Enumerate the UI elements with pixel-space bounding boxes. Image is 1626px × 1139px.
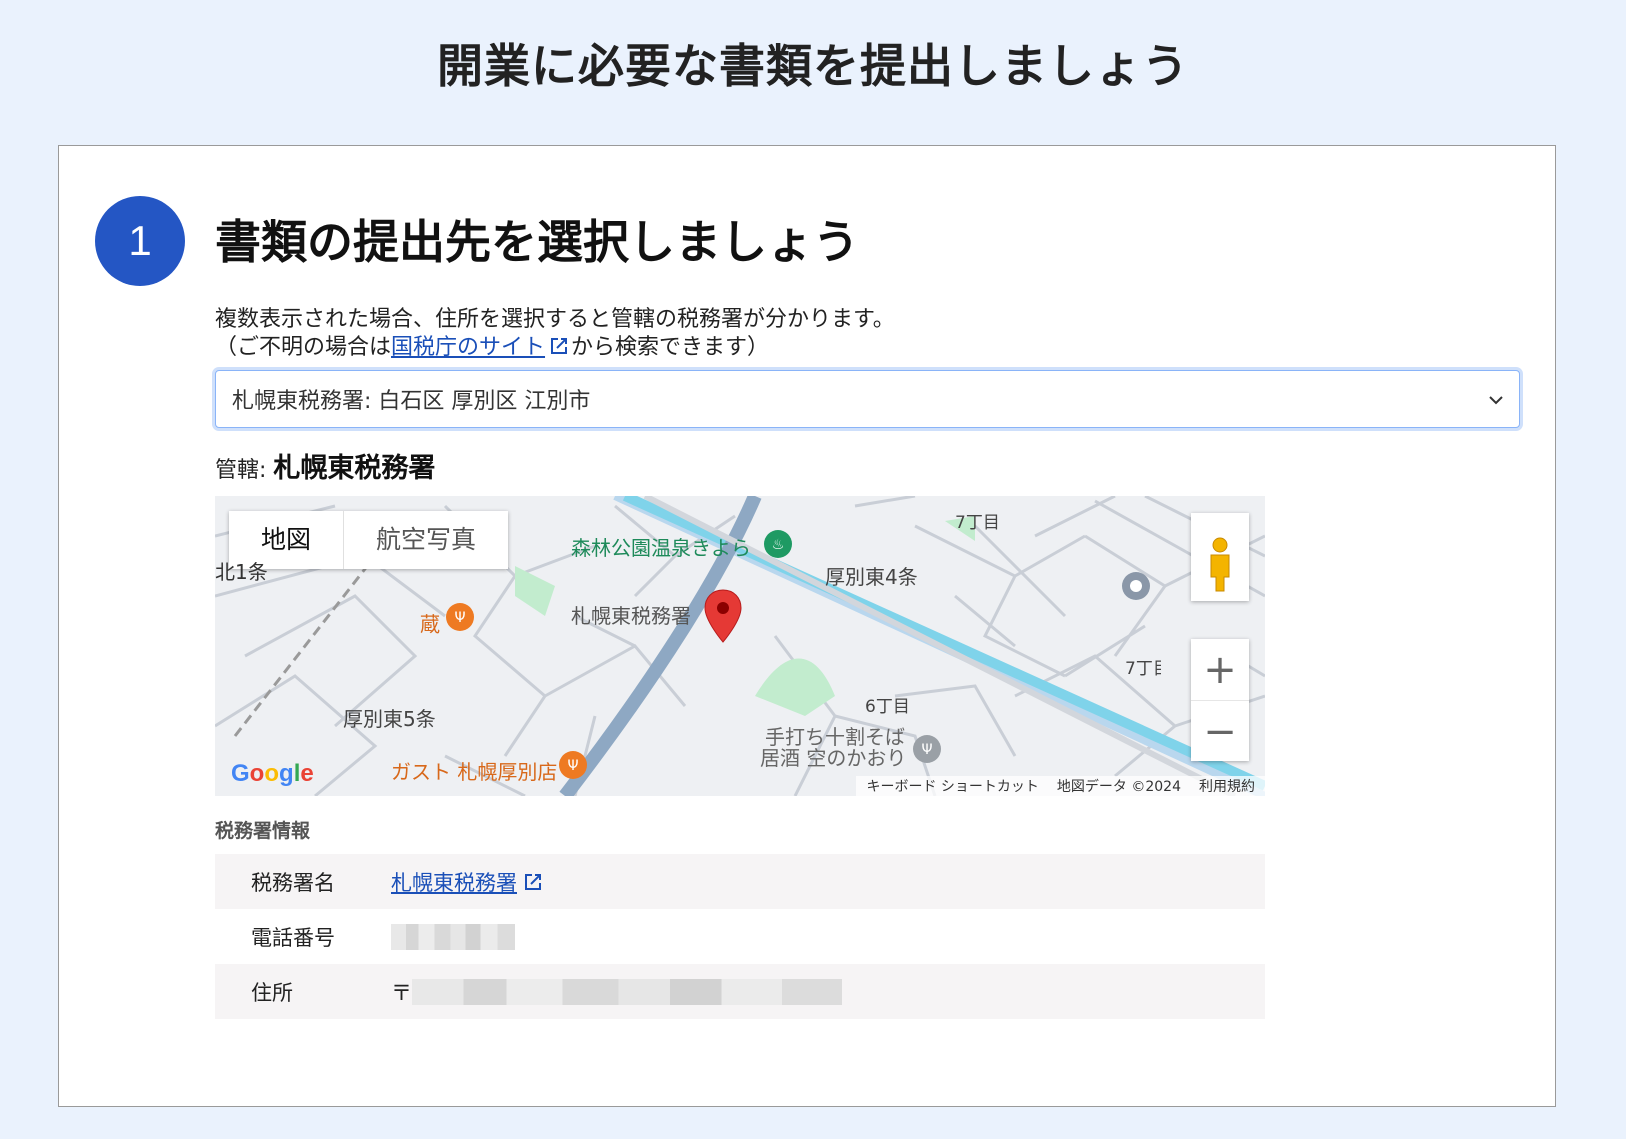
desc-line-2: （ご不明の場合は国税庁のサイト から検索できます）: [215, 334, 895, 362]
tax-office-info-table: 税務署名 札幌東税務署 電話番号 住所 〒: [215, 854, 1265, 1019]
external-link-icon[interactable]: [521, 870, 545, 894]
page-title: 開業に必要な書類を提出しましょう: [437, 39, 1189, 93]
tax-office-info-title: 税務署情報: [215, 820, 311, 842]
desc-pre: （ご不明の場合は: [215, 335, 392, 360]
map-label-izakaya: 居酒 空のかおり: [760, 746, 907, 770]
map-label-office: 札幌東税務署: [571, 604, 691, 628]
svg-text:Ψ: Ψ: [921, 742, 932, 758]
map-data-credit: 地図データ ©2024: [1056, 779, 1181, 795]
map-type-control: 地図 航空写真: [229, 511, 509, 569]
map-label-onsen: 森林公園温泉きよら: [571, 536, 751, 560]
step-card: 1 書類の提出先を選択しましょう 複数表示された場合、住所を選択すると管轄の税務…: [58, 145, 1556, 1107]
jurisdiction-label: 管轄:: [215, 458, 267, 483]
chevron-down-icon: [1489, 389, 1503, 410]
postal-mark: 〒: [391, 980, 412, 1005]
map-marker-icon[interactable]: [702, 588, 744, 644]
jurisdiction-office: 札幌東税務署: [273, 453, 436, 484]
google-logo: Google: [231, 760, 314, 787]
desc-line-1: 複数表示された場合、住所を選択すると管轄の税務署が分かります。: [215, 307, 895, 332]
tax-office-select[interactable]: 札幌東税務署: 白石区 厚別区 江別市: [215, 370, 1520, 428]
map-label-7chome-right: 7丁目: [1125, 659, 1161, 679]
info-key: 住所: [251, 980, 293, 1005]
map-label-7chome-top: 7丁目: [955, 513, 1000, 533]
tax-office-link[interactable]: 札幌東税務署: [391, 867, 517, 897]
terms-link[interactable]: 利用規約: [1199, 776, 1255, 796]
map-label-kita1jo: 北1条: [215, 560, 268, 584]
map-label-kura: 蔵: [420, 612, 440, 636]
pegman-icon: [1210, 537, 1230, 592]
info-row-address: 住所 〒: [215, 964, 1265, 1019]
zoom-in-button[interactable]: +: [1191, 639, 1249, 701]
external-link-icon[interactable]: [547, 334, 571, 358]
info-row-name: 税務署名 札幌東税務署: [215, 854, 1265, 909]
map-attribution: キーボード ショートカット 地図データ ©2024 利用規約: [856, 776, 1265, 796]
jurisdiction: 管轄: 札幌東税務署: [215, 446, 435, 485]
map-label-atsubetsu-higashi5: 厚別東5条: [343, 707, 436, 731]
svg-text:Ψ: Ψ: [567, 758, 578, 774]
svg-text:♨: ♨: [772, 537, 785, 553]
step-number-badge: 1: [95, 196, 185, 286]
zoom-control: + −: [1191, 639, 1249, 761]
step-heading: 書類の提出先を選択しましょう: [215, 215, 859, 269]
map-label-atsubetsu-higashi4: 厚別東4条: [825, 565, 918, 589]
info-key: 税務署名: [251, 870, 335, 895]
redacted-phone: [391, 923, 515, 950]
street-view-pegman[interactable]: [1191, 513, 1249, 601]
select-value: 札幌東税務署: 白石区 厚別区 江別市: [232, 389, 591, 414]
map-label-gusto: ガスト 札幌厚別店: [391, 760, 558, 784]
restaurant-icon: Ψ: [913, 735, 941, 763]
svg-text:Ψ: Ψ: [454, 610, 465, 626]
place-pin-icon: [1122, 572, 1150, 600]
info-key: 電話番号: [251, 925, 335, 950]
restaurant-icon: Ψ: [446, 603, 474, 631]
keyboard-shortcuts-link[interactable]: キーボード ショートカット: [866, 776, 1038, 796]
info-row-phone: 電話番号: [215, 909, 1265, 964]
redacted-address: [412, 978, 842, 1005]
zoom-out-button[interactable]: −: [1191, 701, 1249, 762]
map[interactable]: 地図 航空写真 森林公園温泉きよら ♨ 北1条 蔵 Ψ 札幌東税務署 厚別東4条…: [215, 496, 1265, 796]
desc-post: から検索できます）: [571, 335, 770, 360]
aerial-tab[interactable]: 航空写真: [344, 511, 508, 569]
hot-spring-icon: ♨: [764, 530, 792, 558]
map-label-6chome: 6丁目: [865, 697, 910, 717]
nta-site-link[interactable]: 国税庁のサイト: [391, 335, 545, 360]
restaurant-icon: Ψ: [559, 751, 587, 779]
step-description: 複数表示された場合、住所を選択すると管轄の税務署が分かります。 （ご不明の場合は…: [215, 306, 895, 362]
